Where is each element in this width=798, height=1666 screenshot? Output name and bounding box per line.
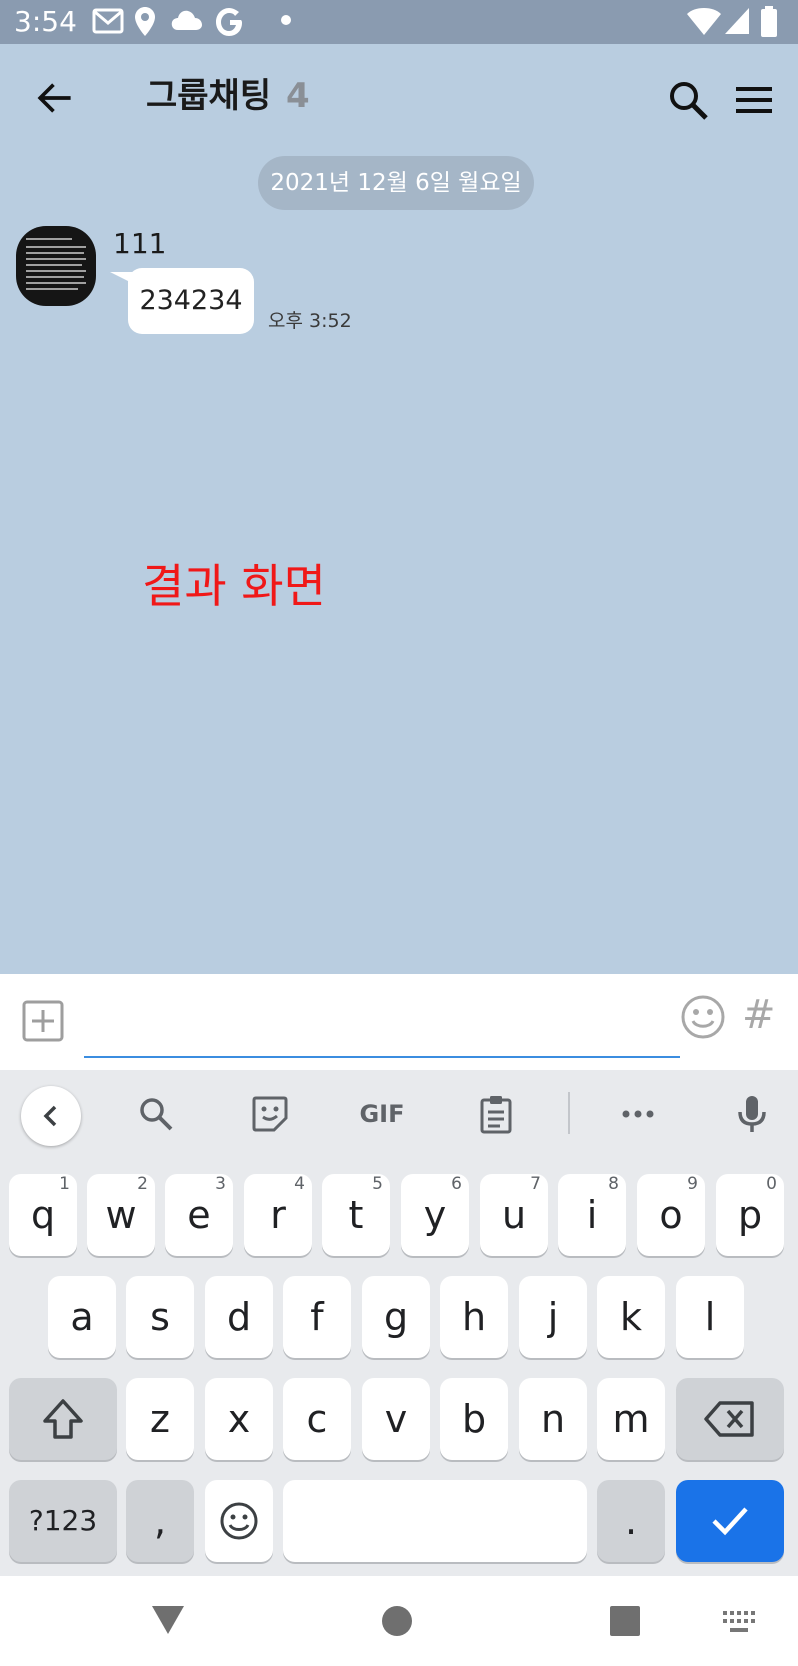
key-y[interactable]: y6 [401, 1174, 469, 1256]
sticker-button[interactable] [240, 1084, 300, 1144]
back-arrow-icon[interactable] [30, 74, 78, 122]
key-s[interactable]: s [126, 1276, 194, 1358]
chat-title: 그룹채팅 [146, 76, 272, 116]
key-i[interactable]: i8 [558, 1174, 626, 1256]
more-horizontal-icon [622, 1110, 654, 1118]
key-hint: 8 [608, 1174, 619, 1194]
key-f[interactable]: f [283, 1276, 351, 1358]
sender-name: 111 [113, 227, 167, 260]
key-h[interactable]: h [440, 1276, 508, 1358]
key-hint: 1 [59, 1174, 70, 1194]
sticker-icon [252, 1096, 288, 1132]
menu-icon[interactable] [730, 76, 778, 124]
chat-area: 그룹채팅 4 2021년 12월 6일 월요일 111 234234 오후 3:… [0, 44, 798, 974]
status-time: 3:54 [14, 5, 77, 38]
nav-home-icon[interactable] [380, 1604, 414, 1638]
key-hint: 5 [372, 1174, 383, 1194]
message-input[interactable] [84, 988, 680, 1058]
message-bubble[interactable]: 234234 [128, 268, 254, 334]
key-n[interactable]: n [519, 1378, 587, 1460]
message-time: 오후 3:52 [268, 310, 352, 332]
backspace-key[interactable] [676, 1378, 784, 1460]
search-icon[interactable] [664, 76, 712, 124]
message-input-bar: # [0, 974, 798, 1070]
backspace-icon [704, 1401, 754, 1437]
hashtag-button[interactable]: # [742, 990, 776, 1040]
key-t[interactable]: t5 [322, 1174, 390, 1256]
key-j[interactable]: j [519, 1276, 587, 1358]
keyboard-switch-icon[interactable] [722, 1610, 756, 1634]
voice-input-button[interactable] [722, 1084, 782, 1144]
clipboard-icon [480, 1096, 512, 1134]
keyboard-search-button[interactable] [126, 1084, 186, 1144]
key-d[interactable]: d [205, 1276, 273, 1358]
key-m[interactable]: m [597, 1378, 665, 1460]
key-r[interactable]: r4 [244, 1174, 312, 1256]
status-bar: 3:54 [0, 0, 798, 44]
key-hint: 2 [137, 1174, 148, 1194]
date-divider: 2021년 12월 6일 월요일 [258, 156, 534, 210]
key-u[interactable]: u7 [480, 1174, 548, 1256]
comma-key[interactable]: , [126, 1480, 194, 1562]
key-w[interactable]: w2 [87, 1174, 155, 1256]
check-icon [712, 1507, 748, 1536]
space-key[interactable] [283, 1480, 587, 1562]
battery-icon [761, 6, 777, 37]
key-hint: 0 [766, 1174, 777, 1194]
key-l[interactable]: l [676, 1276, 744, 1358]
emoji-icon [220, 1502, 258, 1540]
google-icon [216, 8, 242, 36]
key-a[interactable]: a [48, 1276, 116, 1358]
gif-button[interactable]: GIF [352, 1084, 412, 1144]
more-button[interactable] [608, 1084, 668, 1144]
key-hint: 4 [294, 1174, 305, 1194]
key-p[interactable]: p0 [716, 1174, 784, 1256]
key-o[interactable]: o9 [637, 1174, 705, 1256]
member-count: 4 [286, 76, 310, 116]
cloud-icon [171, 10, 202, 30]
toolbar-separator [568, 1092, 570, 1134]
key-x[interactable]: x [205, 1378, 273, 1460]
key-hint: 9 [687, 1174, 698, 1194]
search-icon [140, 1098, 173, 1131]
emoji-icon[interactable] [680, 994, 726, 1040]
key-hint: 7 [530, 1174, 541, 1194]
enter-key[interactable] [676, 1480, 784, 1562]
navigation-bar [0, 1576, 798, 1666]
symbols-key[interactable]: ?123 [9, 1480, 117, 1562]
period-key[interactable]: . [597, 1480, 665, 1562]
shift-key[interactable] [9, 1378, 117, 1460]
keyboard: GIF q1 w2 e3 r4 t5 y6 u7 i8 o9 p0 a s d … [0, 1070, 798, 1576]
gif-label: GIF [359, 1100, 405, 1128]
location-icon [135, 7, 155, 36]
gmail-icon [92, 8, 124, 34]
shift-icon [43, 1399, 83, 1439]
key-z[interactable]: z [126, 1378, 194, 1460]
key-hint: 3 [215, 1174, 226, 1194]
chevron-left-icon [43, 1105, 57, 1127]
keyboard-back-button[interactable] [21, 1086, 81, 1146]
key-q[interactable]: q1 [9, 1174, 77, 1256]
key-g[interactable]: g [362, 1276, 430, 1358]
key-b[interactable]: b [440, 1378, 508, 1460]
key-v[interactable]: v [362, 1378, 430, 1460]
key-e[interactable]: e3 [165, 1174, 233, 1256]
result-caption: 결과 화면 [142, 559, 326, 613]
nav-recents-icon[interactable] [609, 1605, 641, 1637]
key-k[interactable]: k [597, 1276, 665, 1358]
notification-dot-icon [281, 15, 291, 25]
microphone-icon [738, 1096, 766, 1132]
key-c[interactable]: c [283, 1378, 351, 1460]
nav-back-icon[interactable] [150, 1604, 186, 1636]
key-hint: 6 [451, 1174, 462, 1194]
avatar[interactable] [16, 226, 96, 306]
emoji-key[interactable] [205, 1480, 273, 1562]
wifi-icon [687, 8, 721, 35]
chat-header: 그룹채팅 4 [0, 44, 798, 154]
add-attachment-icon[interactable] [22, 1000, 64, 1042]
clipboard-button[interactable] [466, 1084, 526, 1144]
signal-icon [725, 8, 749, 34]
